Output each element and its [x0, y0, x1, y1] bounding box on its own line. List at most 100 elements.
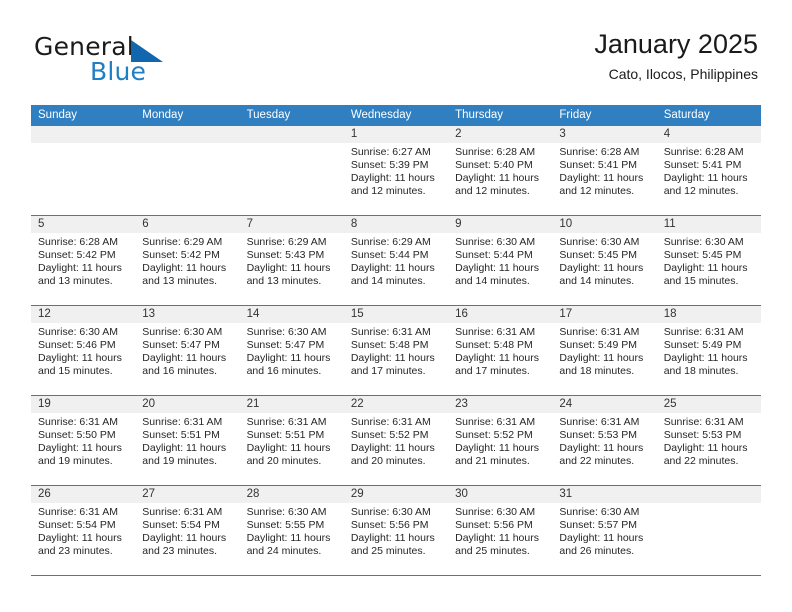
day-cell[interactable]: 18 Sunrise: 6:31 AM Sunset: 5:49 PM Dayl…: [656, 306, 761, 395]
brand-logo[interactable]: General Blue: [34, 32, 254, 94]
day-cell[interactable]: 31 Sunrise: 6:30 AM Sunset: 5:57 PM Dayl…: [552, 486, 657, 575]
sunrise-text: Sunrise: 6:29 AM: [246, 236, 327, 248]
week-row: 19 Sunrise: 6:31 AM Sunset: 5:50 PM Dayl…: [31, 395, 761, 485]
sunset-text: Sunset: 5:51 PM: [246, 429, 325, 442]
day-number: 9: [448, 216, 553, 233]
daylight-text-line2: and 18 minutes.: [663, 365, 739, 378]
day-cell[interactable]: 30 Sunrise: 6:30 AM Sunset: 5:56 PM Dayl…: [448, 486, 553, 575]
weekday-tuesday: Tuesday: [246, 109, 291, 121]
day-cell[interactable]: 10 Sunrise: 6:30 AM Sunset: 5:45 PM Dayl…: [552, 216, 657, 305]
sunset-text: Sunset: 5:53 PM: [663, 429, 742, 442]
daylight-text-line2: and 12 minutes.: [455, 185, 530, 198]
sunset-text: Sunset: 5:43 PM: [246, 249, 325, 262]
day-cell[interactable]: 11 Sunrise: 6:30 AM Sunset: 5:45 PM Dayl…: [656, 216, 761, 305]
day-cell: [31, 126, 136, 215]
brand-name-blue: Blue: [90, 57, 147, 86]
day-info: Sunrise: 6:28 AM Sunset: 5:42 PM Dayligh…: [31, 233, 135, 288]
daylight-text-line1: Daylight: 11 hours: [38, 442, 122, 455]
sunrise-text: Sunrise: 6:29 AM: [142, 236, 223, 248]
sunset-text: Sunset: 5:56 PM: [350, 519, 429, 532]
sunrise-text: Sunrise: 6:30 AM: [455, 236, 536, 248]
day-number: 26: [31, 486, 136, 503]
daylight-text-line1: Daylight: 11 hours: [559, 352, 644, 365]
day-number: 3: [552, 126, 657, 143]
day-cell[interactable]: 27 Sunrise: 6:31 AM Sunset: 5:54 PM Dayl…: [135, 486, 240, 575]
day-cell[interactable]: 17 Sunrise: 6:31 AM Sunset: 5:49 PM Dayl…: [552, 306, 657, 395]
day-cell[interactable]: 13 Sunrise: 6:30 AM Sunset: 5:47 PM Dayl…: [135, 306, 240, 395]
daylight-text-line1: Daylight: 11 hours: [246, 532, 331, 545]
day-cell[interactable]: 22 Sunrise: 6:31 AM Sunset: 5:52 PM Dayl…: [343, 396, 449, 485]
daylight-text-line1: Daylight: 11 hours: [38, 532, 122, 545]
daylight-text-line1: Daylight: 11 hours: [559, 262, 644, 275]
sunrise-text: Sunrise: 6:30 AM: [455, 506, 536, 518]
day-number: 18: [656, 306, 761, 323]
daylight-text-line1: Daylight: 11 hours: [38, 352, 122, 365]
day-number: 6: [135, 216, 240, 233]
daylight-text-line1: Daylight: 11 hours: [246, 352, 331, 365]
sunrise-text: Sunrise: 6:31 AM: [559, 416, 640, 428]
sunrise-text: Sunrise: 6:28 AM: [559, 146, 640, 158]
day-number: 16: [448, 306, 553, 323]
day-cell[interactable]: 7 Sunrise: 6:29 AM Sunset: 5:43 PM Dayli…: [239, 216, 344, 305]
sunrise-text: Sunrise: 6:28 AM: [663, 146, 744, 158]
sunrise-text: Sunrise: 6:31 AM: [142, 416, 223, 428]
day-number: 31: [552, 486, 657, 503]
day-cell[interactable]: 29 Sunrise: 6:30 AM Sunset: 5:56 PM Dayl…: [343, 486, 449, 575]
sunset-text: Sunset: 5:42 PM: [38, 249, 116, 262]
day-info: Sunrise: 6:29 AM Sunset: 5:42 PM Dayligh…: [135, 233, 239, 288]
day-cell[interactable]: 28 Sunrise: 6:30 AM Sunset: 5:55 PM Dayl…: [239, 486, 344, 575]
sunrise-text: Sunrise: 6:31 AM: [559, 326, 640, 338]
day-number: 24: [552, 396, 657, 413]
sunset-text: Sunset: 5:55 PM: [246, 519, 325, 532]
day-cell[interactable]: 2 Sunrise: 6:28 AM Sunset: 5:40 PM Dayli…: [448, 126, 553, 215]
sunrise-text: Sunrise: 6:30 AM: [559, 236, 640, 248]
daylight-text-line1: Daylight: 11 hours: [559, 532, 644, 545]
day-cell[interactable]: 5 Sunrise: 6:28 AM Sunset: 5:42 PM Dayli…: [31, 216, 136, 305]
sunset-text: Sunset: 5:45 PM: [663, 249, 742, 262]
day-cell[interactable]: 24 Sunrise: 6:31 AM Sunset: 5:53 PM Dayl…: [552, 396, 657, 485]
day-number: 14: [239, 306, 344, 323]
day-cell[interactable]: 25 Sunrise: 6:31 AM Sunset: 5:53 PM Dayl…: [656, 396, 761, 485]
day-info: Sunrise: 6:28 AM Sunset: 5:41 PM Dayligh…: [657, 143, 761, 198]
sunset-text: Sunset: 5:47 PM: [142, 339, 220, 352]
day-cell[interactable]: 8 Sunrise: 6:29 AM Sunset: 5:44 PM Dayli…: [343, 216, 449, 305]
page-title: January 2025: [594, 29, 758, 59]
day-number: 22: [343, 396, 449, 413]
sunrise-text: Sunrise: 6:30 AM: [246, 506, 327, 518]
day-cell[interactable]: 23 Sunrise: 6:31 AM Sunset: 5:52 PM Dayl…: [448, 396, 553, 485]
day-cell[interactable]: 9 Sunrise: 6:30 AM Sunset: 5:44 PM Dayli…: [448, 216, 553, 305]
day-info: Sunrise: 6:30 AM Sunset: 5:47 PM Dayligh…: [240, 323, 344, 378]
day-info: Sunrise: 6:30 AM Sunset: 5:45 PM Dayligh…: [552, 233, 656, 288]
day-cell[interactable]: 20 Sunrise: 6:31 AM Sunset: 5:51 PM Dayl…: [135, 396, 240, 485]
daylight-text-line2: and 17 minutes.: [455, 365, 530, 378]
day-cell[interactable]: 15 Sunrise: 6:31 AM Sunset: 5:48 PM Dayl…: [343, 306, 449, 395]
day-number: 7: [239, 216, 344, 233]
daylight-text-line2: and 26 minutes.: [559, 545, 635, 558]
day-cell: [135, 126, 240, 215]
day-cell[interactable]: 6 Sunrise: 6:29 AM Sunset: 5:42 PM Dayli…: [135, 216, 240, 305]
day-cell[interactable]: 4 Sunrise: 6:28 AM Sunset: 5:41 PM Dayli…: [656, 126, 761, 215]
sunset-text: Sunset: 5:54 PM: [142, 519, 220, 532]
day-number: 19: [31, 396, 136, 413]
day-cell[interactable]: 26 Sunrise: 6:31 AM Sunset: 5:54 PM Dayl…: [31, 486, 136, 575]
day-info: Sunrise: 6:31 AM Sunset: 5:52 PM Dayligh…: [448, 413, 552, 468]
day-cell[interactable]: 19 Sunrise: 6:31 AM Sunset: 5:50 PM Dayl…: [31, 396, 136, 485]
day-cell[interactable]: 12 Sunrise: 6:30 AM Sunset: 5:46 PM Dayl…: [31, 306, 136, 395]
daylight-text-line2: and 25 minutes.: [350, 545, 426, 558]
day-number: 2: [448, 126, 553, 143]
day-cell[interactable]: 1 Sunrise: 6:27 AM Sunset: 5:39 PM Dayli…: [343, 126, 449, 215]
day-cell[interactable]: 21 Sunrise: 6:31 AM Sunset: 5:51 PM Dayl…: [239, 396, 344, 485]
sunrise-text: Sunrise: 6:31 AM: [38, 416, 118, 428]
day-number: 21: [239, 396, 344, 413]
sunrise-text: Sunrise: 6:30 AM: [246, 326, 327, 338]
weekday-wednesday: Wednesday: [350, 109, 412, 121]
sunset-text: Sunset: 5:50 PM: [38, 429, 116, 442]
day-cell[interactable]: 14 Sunrise: 6:30 AM Sunset: 5:47 PM Dayl…: [239, 306, 344, 395]
day-number: 28: [239, 486, 344, 503]
day-info: Sunrise: 6:29 AM Sunset: 5:43 PM Dayligh…: [240, 233, 344, 288]
day-cell[interactable]: 3 Sunrise: 6:28 AM Sunset: 5:41 PM Dayli…: [552, 126, 657, 215]
daylight-text-line1: Daylight: 11 hours: [350, 172, 435, 185]
day-cell[interactable]: 16 Sunrise: 6:31 AM Sunset: 5:48 PM Dayl…: [448, 306, 553, 395]
sunset-text: Sunset: 5:54 PM: [38, 519, 116, 532]
sunrise-text: Sunrise: 6:30 AM: [38, 326, 118, 338]
